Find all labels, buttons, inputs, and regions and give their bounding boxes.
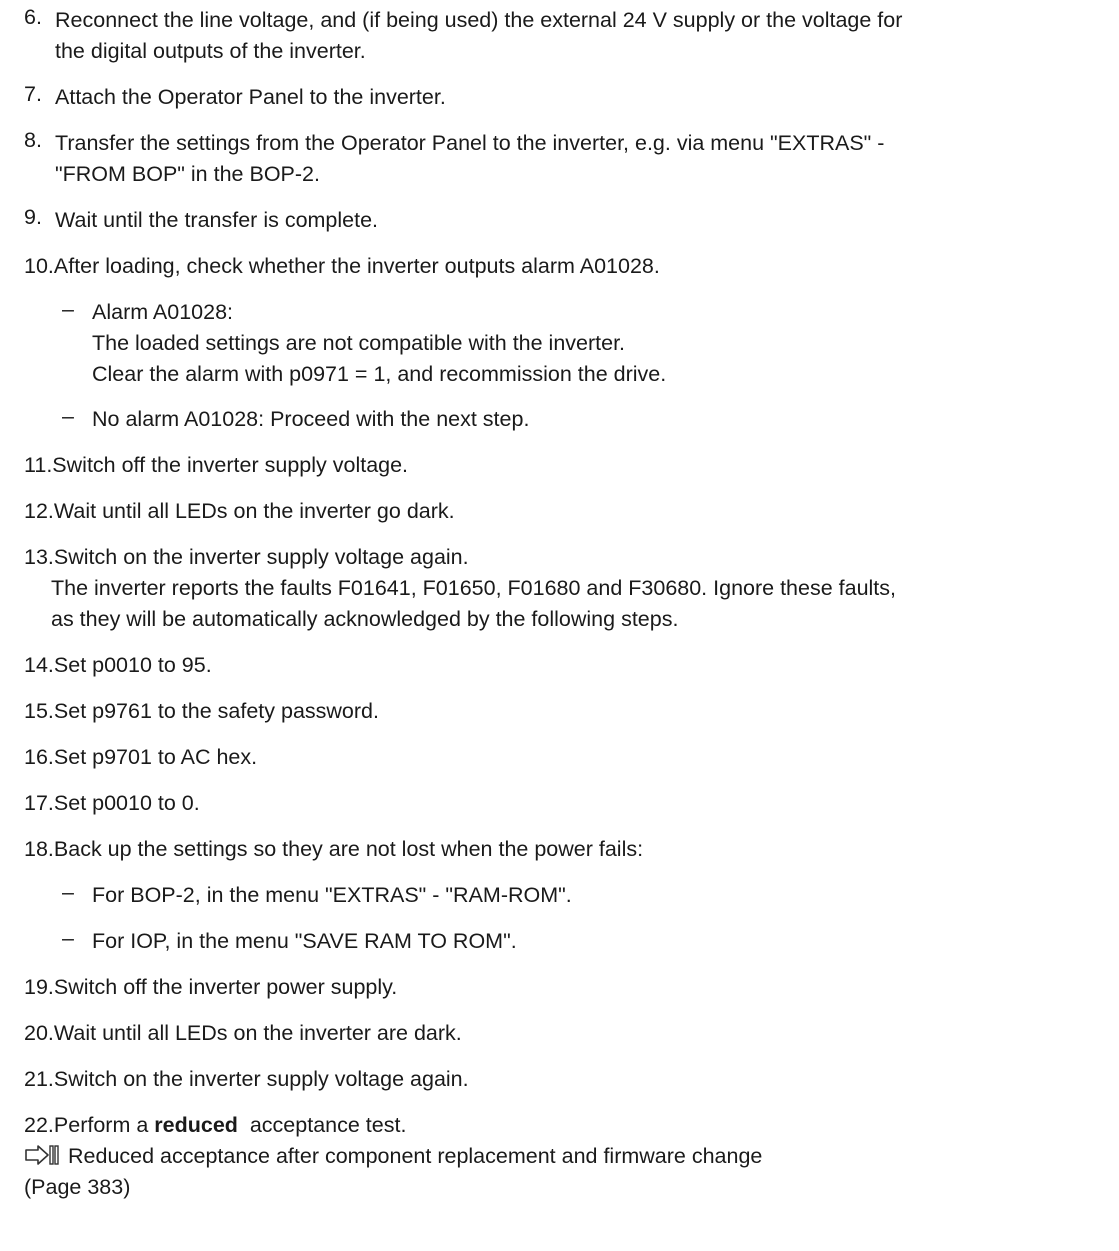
step-number: 7. (24, 82, 42, 106)
link-page-ref[interactable]: (Page 383) (24, 1172, 1024, 1203)
step-6: 6. Reconnect the line voltage, and (if b… (24, 5, 902, 67)
step-17: 17.Set p0010 to 0. (24, 788, 200, 819)
step-text: Set p9701 to AC hex. (53, 745, 258, 769)
step-number: 11. (24, 453, 53, 477)
sub-text: Alarm A01028: (92, 300, 234, 324)
step-number: 19. (24, 975, 54, 999)
step-12: 12.Wait until all LEDs on the inverter g… (24, 496, 455, 527)
step-text: Switch on the inverter supply voltage ag… (53, 1067, 469, 1091)
step-text: Switch off the inverter power supply. (53, 975, 398, 999)
step-text: Attach the Operator Panel to the inverte… (55, 85, 446, 109)
step-number: 16. (24, 745, 54, 769)
step-text: Switch on the inverter supply voltage ag… (53, 545, 469, 569)
step-number: 15. (24, 699, 54, 723)
step-18-sub-item: – For IOP, in the menu "SAVE RAM TO ROM"… (24, 926, 517, 957)
step-text: acceptance test. (237, 1113, 407, 1137)
step-text: "FROM BOP" in the BOP-2. (55, 162, 320, 186)
dash-bullet: – (62, 404, 74, 428)
step-text: Switch off the inverter supply voltage. (52, 453, 409, 477)
step-15: 15.Set p9761 to the safety password. (24, 696, 379, 727)
step-13: 13.Switch on the inverter supply voltage… (24, 542, 896, 635)
step-text: Wait until all LEDs on the inverter are … (53, 1021, 462, 1045)
cross-reference-link[interactable]: Reduced acceptance after component repla… (24, 1141, 1024, 1172)
step-number: 8. (24, 128, 42, 152)
step-text: Set p9761 to the safety password. (53, 699, 379, 723)
step-text: Wait until all LEDs on the inverter go d… (53, 499, 455, 523)
step-11: 11.Switch off the inverter supply voltag… (24, 450, 408, 481)
step-number: 9. (24, 205, 42, 229)
step-14: 14.Set p0010 to 95. (24, 650, 212, 681)
step-10: 10.After loading, check whether the inve… (24, 251, 660, 282)
sub-text: For IOP, in the menu "SAVE RAM TO ROM". (92, 929, 517, 953)
sub-text: Clear the alarm with p0971 = 1, and reco… (92, 362, 667, 386)
step-number: 21. (24, 1067, 54, 1091)
step-8: 8. Transfer the settings from the Operat… (24, 128, 884, 190)
step-16: 16.Set p9701 to AC hex. (24, 742, 257, 773)
step-number: 13. (24, 545, 54, 569)
step-number: 22. (24, 1113, 54, 1137)
step-text: After loading, check whether the inverte… (53, 254, 660, 278)
step-text: The inverter reports the faults F01641, … (51, 576, 896, 600)
step-number: 10. (24, 254, 54, 278)
step-text: Perform a (53, 1113, 155, 1137)
step-number: 17. (24, 791, 54, 815)
step-text: as they will be automatically acknowledg… (51, 607, 679, 631)
step-18-sub-item: – For BOP-2, in the menu "EXTRAS" - "RAM… (24, 880, 572, 911)
dash-bullet: – (62, 297, 74, 321)
step-text: Back up the settings so they are not los… (53, 837, 644, 861)
step-9: 9. Wait until the transfer is complete. (24, 205, 378, 236)
sub-text: The loaded settings are not compatible w… (92, 331, 626, 355)
step-number: 18. (24, 837, 54, 861)
step-21: 21.Switch on the inverter supply voltage… (24, 1064, 469, 1095)
step-10-sub-item: – No alarm A01028: Proceed with the next… (24, 404, 529, 435)
step-22: 22.Perform a reduced acceptance test. Re… (24, 1110, 1024, 1203)
step-text: Transfer the settings from the Operator … (55, 131, 885, 155)
step-number: 14. (24, 653, 54, 677)
link-text[interactable]: Reduced acceptance after component repla… (68, 1144, 762, 1168)
step-10-sub-item: – Alarm A01028: The loaded settings are … (24, 297, 666, 390)
sub-text: For BOP-2, in the menu "EXTRAS" - "RAM-R… (92, 883, 572, 907)
dash-bullet: – (62, 880, 74, 904)
cross-reference-icon (25, 1145, 59, 1165)
step-number: 6. (24, 5, 42, 29)
step-7: 7. Attach the Operator Panel to the inve… (24, 82, 446, 113)
step-text: Wait until the transfer is complete. (55, 208, 379, 232)
step-number: 20. (24, 1021, 54, 1045)
step-18: 18.Back up the settings so they are not … (24, 834, 643, 865)
step-text: Set p0010 to 95. (53, 653, 212, 677)
step-19: 19.Switch off the inverter power supply. (24, 972, 397, 1003)
step-text: Reconnect the line voltage, and (if bein… (55, 8, 903, 32)
step-20: 20.Wait until all LEDs on the inverter a… (24, 1018, 462, 1049)
emphasis-reduced: reduced (154, 1113, 238, 1137)
step-text: the digital outputs of the inverter. (55, 39, 366, 63)
sub-text: No alarm A01028: Proceed with the next s… (92, 407, 530, 431)
step-text: Set p0010 to 0. (53, 791, 200, 815)
step-number: 12. (24, 499, 54, 523)
dash-bullet: – (62, 926, 74, 950)
